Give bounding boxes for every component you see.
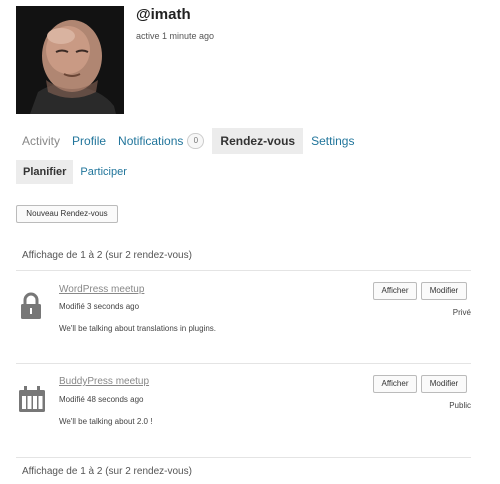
tab-notifications[interactable]: Notifications 0 — [112, 127, 210, 155]
profile-nav: Activity Profile Notifications 0 Rendez-… — [16, 128, 360, 154]
avatar-image — [16, 6, 124, 114]
tab-settings[interactable]: Settings — [305, 128, 360, 154]
view-button[interactable]: Afficher — [373, 282, 417, 300]
rendez-vous-description: We'll be talking about translations in p… — [59, 324, 217, 333]
edit-button[interactable]: Modifier — [421, 282, 467, 300]
edit-button[interactable]: Modifier — [421, 375, 467, 393]
status-badge: Public — [449, 401, 471, 410]
subtab-participer[interactable]: Participer — [73, 160, 133, 184]
pagination-count-top: Affichage de 1 à 2 (sur 2 rendez-vous) — [22, 250, 192, 261]
modified-time: Modifié 48 seconds ago — [59, 395, 144, 404]
divider — [16, 270, 471, 271]
tab-rendez-vous[interactable]: Rendez-vous — [212, 128, 304, 154]
status-badge: Privé — [452, 308, 471, 317]
list-item: WordPress meetup Modifié 3 seconds ago W… — [16, 280, 471, 360]
rendez-vous-subnav: Planifier Participer — [16, 160, 134, 184]
rendez-vous-description: We'll be talking about 2.0 ! — [59, 417, 153, 426]
tab-profile[interactable]: Profile — [66, 128, 112, 154]
divider — [16, 457, 471, 458]
pagination-count-bottom: Affichage de 1 à 2 (sur 2 rendez-vous) — [22, 466, 192, 477]
avatar[interactable] — [16, 6, 124, 114]
subtab-planifier[interactable]: Planifier — [16, 160, 74, 184]
rendez-vous-title-link[interactable]: BuddyPress meetup — [59, 376, 149, 387]
notifications-count-badge: 0 — [187, 133, 205, 149]
lock-icon — [20, 292, 42, 325]
divider — [16, 363, 471, 364]
new-rendez-vous-button[interactable]: Nouveau Rendez-vous — [16, 205, 118, 223]
list-item: BuddyPress meetup Modifié 48 seconds ago… — [16, 372, 471, 452]
calendar-icon — [18, 385, 46, 418]
tab-notifications-label: Notifications — [118, 134, 184, 148]
rendez-vous-title-link[interactable]: WordPress meetup — [59, 284, 144, 295]
username: @imath — [136, 6, 191, 23]
modified-time: Modifié 3 seconds ago — [59, 302, 140, 311]
last-active: active 1 minute ago — [136, 31, 215, 41]
view-button[interactable]: Afficher — [373, 375, 417, 393]
tab-activity[interactable]: Activity — [16, 128, 66, 154]
